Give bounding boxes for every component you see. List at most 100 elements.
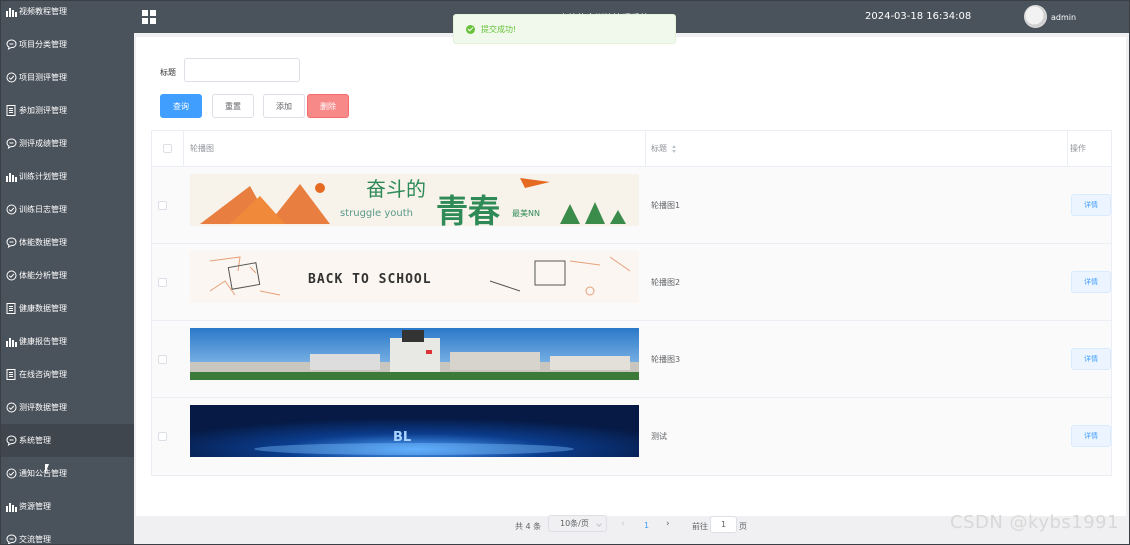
sidebar-item-label: 交流管理 <box>19 535 51 544</box>
chat-icon <box>5 237 17 249</box>
page-size-value: 10条/页 <box>560 519 589 528</box>
page-number[interactable]: 1 <box>644 521 649 530</box>
sidebar-item[interactable]: 测评成绩管理 <box>1 127 134 160</box>
banner-text: 最美NN <box>512 208 540 218</box>
sidebar-item[interactable]: 体能数据管理 <box>1 226 134 259</box>
document-icon <box>5 303 17 315</box>
sidebar-item-label: 项目测评管理 <box>19 73 67 82</box>
username-label[interactable]: admin <box>1051 13 1076 22</box>
row-title: 轮播图3 <box>651 355 681 364</box>
sidebar-item-label: 训练日志管理 <box>19 205 67 214</box>
sidebar-item[interactable]: 训练日志管理 <box>1 193 134 226</box>
column-header-label: 轮播图 <box>190 144 214 153</box>
goto-label: 前往 <box>692 522 708 531</box>
row-title: 轮播图2 <box>651 278 681 287</box>
success-toast: 提交成功! <box>453 14 676 44</box>
datetime-display: 2024-03-18 16:34:08 <box>865 11 972 22</box>
sidebar-item[interactable]: 在线咨询管理 <box>1 358 134 391</box>
column-header-label: 操作 <box>1070 144 1086 153</box>
banner-image-1: 奋斗的 青春 struggle youth 最美NN <box>190 174 639 226</box>
sidebar-item[interactable]: 参加测评管理 <box>1 94 134 127</box>
row-title: 测试 <box>651 432 667 441</box>
row-checkbox[interactable] <box>158 432 167 441</box>
detail-button[interactable]: 详情 <box>1071 194 1111 216</box>
table-row: 轮播图3 详情 <box>152 321 1111 398</box>
column-header-title[interactable]: 标题 <box>646 131 1068 167</box>
sidebar-item-label: 视频教程管理 <box>19 7 67 16</box>
sidebar-item-label: 在线咨询管理 <box>19 370 67 379</box>
chevron-down-icon <box>596 521 602 527</box>
sidebar-item-label: 系统管理 <box>19 436 51 445</box>
row-checkbox[interactable] <box>158 201 167 210</box>
check-circle-icon <box>5 402 17 414</box>
row-checkbox[interactable] <box>158 278 167 287</box>
detail-button[interactable]: 详情 <box>1071 425 1111 447</box>
sidebar-item[interactable]: 项目分类管理 <box>1 28 134 61</box>
detail-button[interactable]: 详情 <box>1071 271 1111 293</box>
sidebar-item[interactable]: 资源管理 <box>1 490 134 523</box>
sidebar-item-label: 项目分类管理 <box>19 40 67 49</box>
sidebar-item[interactable]: 交流管理 <box>1 523 134 544</box>
next-page-icon[interactable]: › <box>666 519 670 529</box>
bar-chart-icon <box>5 171 17 183</box>
chat-icon <box>5 39 17 51</box>
reset-button[interactable]: 重置 <box>212 94 254 118</box>
pagination-total: 共 4 条 <box>515 522 542 531</box>
sidebar-item[interactable]: 体能分析管理 <box>1 259 134 292</box>
sidebar-item-label: 资源管理 <box>19 502 51 511</box>
document-icon <box>5 105 17 117</box>
sort-icon[interactable] <box>672 144 677 153</box>
sidebar-item-label: 健康数据管理 <box>19 304 67 313</box>
delete-button[interactable]: 删除 <box>307 94 349 118</box>
query-button[interactable]: 查询 <box>160 94 202 118</box>
goto-page-input[interactable]: 1 <box>710 516 737 533</box>
document-icon <box>5 369 17 381</box>
sidebar-item-label: 测评数据管理 <box>19 403 67 412</box>
page-size-select[interactable]: 10条/页 <box>548 515 607 532</box>
banner-image-3 <box>190 328 639 380</box>
search-title-label: 标题 <box>160 68 176 77</box>
menu-grid-icon[interactable] <box>142 10 156 24</box>
avatar[interactable] <box>1024 5 1047 28</box>
sidebar-item[interactable]: 通知公告管理 <box>1 457 134 490</box>
column-header-label: 标题 <box>651 144 667 153</box>
toast-message: 提交成功! <box>481 24 517 34</box>
sidebar-item[interactable]: 训练计划管理 <box>1 160 134 193</box>
main-content: 标题 查询 重置 添加 删除 轮播图 标题 操作 奋斗的 青春 struggle… <box>134 33 1129 544</box>
watermark: CSDN @kybs1991 <box>950 512 1120 533</box>
table-row: BL 测试 详情 <box>152 398 1111 475</box>
sidebar-item-label: 参加测评管理 <box>19 106 67 115</box>
check-circle-icon <box>5 204 17 216</box>
chat-icon <box>5 138 17 150</box>
check-circle-icon <box>5 270 17 282</box>
prev-page-icon[interactable]: ‹ <box>621 519 625 529</box>
banner-text: 青春 <box>436 192 500 226</box>
sidebar-item[interactable]: 视频教程管理 <box>1 1 134 28</box>
row-title: 轮播图1 <box>651 201 681 210</box>
search-title-input[interactable] <box>184 58 300 82</box>
banner-text: BACK TO SCHOOL <box>308 272 432 287</box>
select-all-checkbox[interactable] <box>163 144 172 153</box>
sidebar-item[interactable]: 健康报告管理 <box>1 325 134 358</box>
row-checkbox[interactable] <box>158 355 167 364</box>
banner-text: 奋斗的 <box>366 177 426 201</box>
sidebar-item-label: 通知公告管理 <box>19 469 67 478</box>
add-button[interactable]: 添加 <box>263 94 305 118</box>
table-row: BACK TO SCHOOL 轮播图2 详情 <box>152 244 1111 321</box>
bar-chart-icon <box>5 336 17 348</box>
sidebar-item[interactable]: 健康数据管理 <box>1 292 134 325</box>
detail-button[interactable]: 详情 <box>1071 348 1111 370</box>
sidebar: 视频教程管理 项目分类管理 项目测评管理 参加测评管理测评成绩管理训练计划管理 训练日志… <box>1 1 134 544</box>
sidebar-item-label: 体能分析管理 <box>19 271 67 280</box>
bar-chart-icon <box>5 6 17 18</box>
sidebar-item[interactable]: 测评数据管理 <box>1 391 134 424</box>
banner-image-4: BL <box>190 405 639 457</box>
chat-icon <box>5 534 17 544</box>
column-header-actions: 操作 <box>1068 131 1111 167</box>
check-circle-icon <box>5 468 17 480</box>
sidebar-item[interactable]: 项目测评管理 <box>1 61 134 94</box>
chat-icon <box>5 435 17 447</box>
sidebar-item[interactable]: 系统管理 <box>1 424 134 457</box>
sidebar-item-label: 训练计划管理 <box>19 172 67 181</box>
table-header-select <box>152 131 183 167</box>
